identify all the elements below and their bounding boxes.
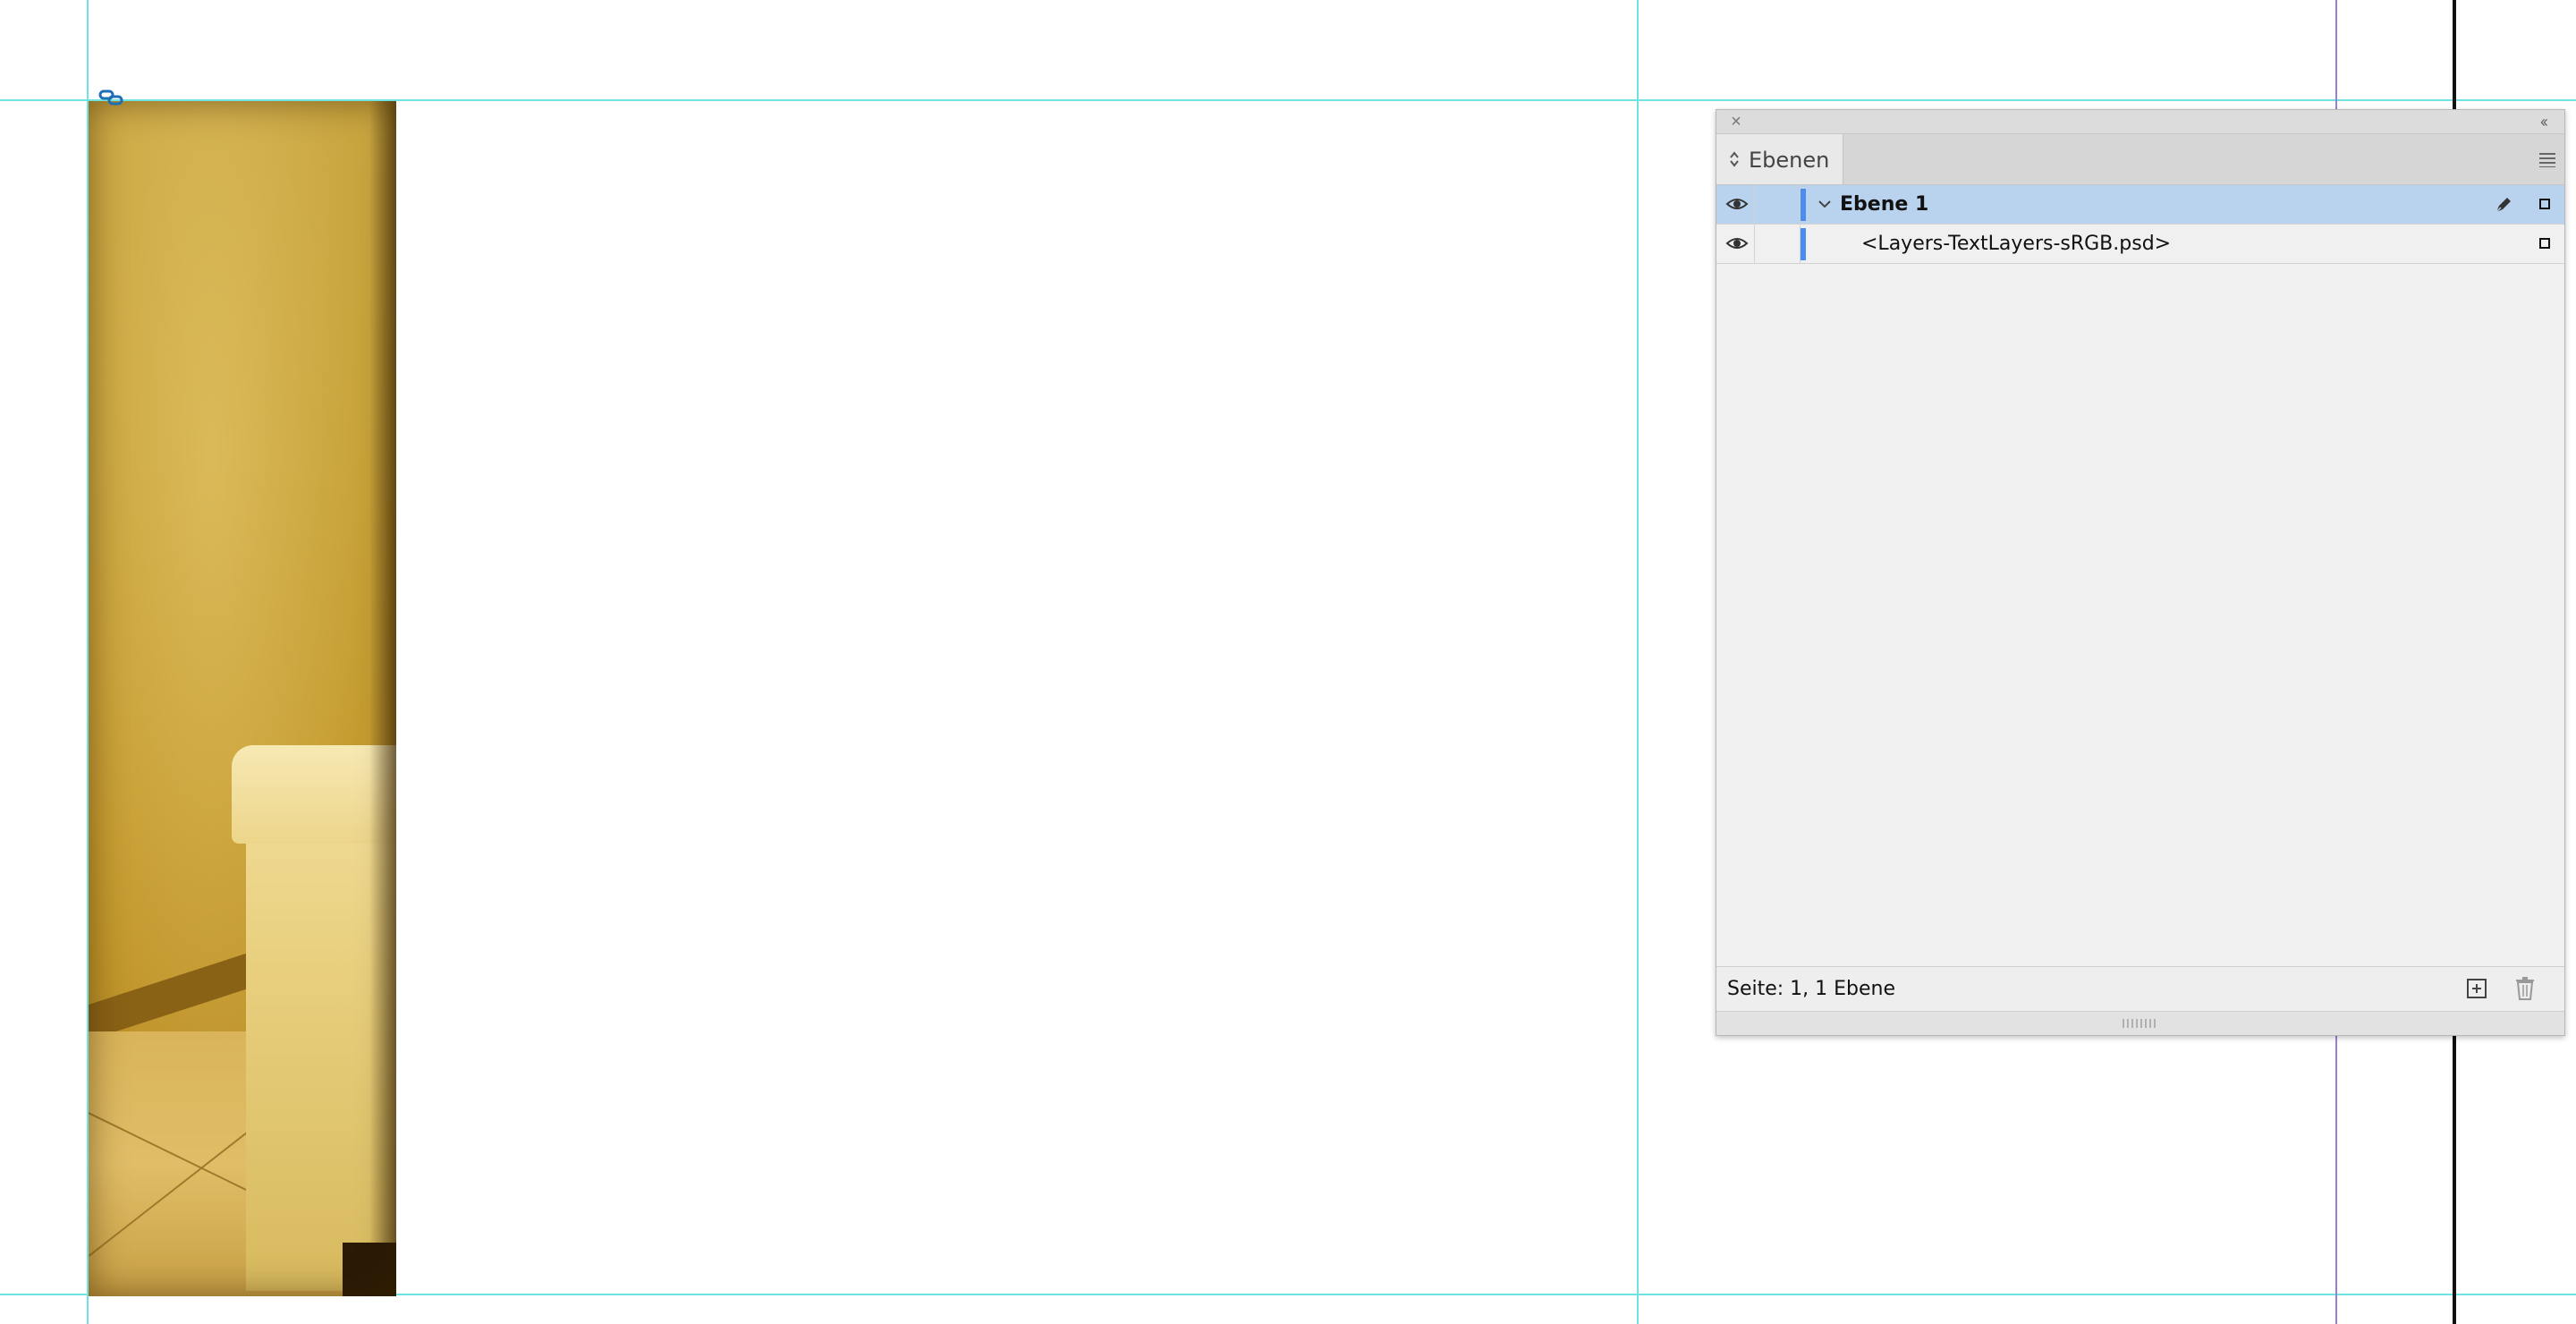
panel-resize-handle[interactable]: [1716, 1011, 2564, 1035]
resize-grip-icon[interactable]: [2123, 1019, 2158, 1028]
sublayer-name[interactable]: <Layers-TextLayers-sRGB.psd>: [1861, 233, 2171, 255]
layer-list: Ebene 1 <Layers-TextLayers-sRGB.psd>: [1716, 185, 2564, 264]
panel-titlebar[interactable]: × ‹‹: [1716, 110, 2564, 134]
panel-tabbar: Ebenen: [1716, 134, 2564, 185]
selection-square[interactable]: [2539, 238, 2550, 249]
placed-image[interactable]: [89, 101, 396, 1296]
layer-row-sublayer[interactable]: <Layers-TextLayers-sRGB.psd>: [1716, 225, 2564, 264]
new-layer-icon[interactable]: [2466, 978, 2487, 999]
panel-footer: Seite: 1, 1 Ebene: [1716, 966, 2564, 1012]
layer-row-ebene-1[interactable]: Ebene 1: [1716, 185, 2564, 225]
eye-icon[interactable]: [1725, 194, 1749, 214]
document-canvas[interactable]: × ‹‹ Ebenen Ebene 1 <Layers-TextLayers-s…: [0, 0, 2576, 1324]
lock-toggle[interactable]: [1754, 185, 1801, 224]
tab-ebenen[interactable]: Ebenen: [1716, 134, 1843, 184]
layer-name[interactable]: Ebene 1: [1840, 193, 1928, 216]
eye-icon[interactable]: [1725, 233, 1749, 253]
collapse-icon[interactable]: ‹‹: [2532, 113, 2554, 131]
trash-icon[interactable]: [2514, 976, 2536, 1001]
link-icon[interactable]: [98, 89, 123, 106]
layer-color-bar: [1801, 189, 1806, 221]
close-icon[interactable]: ×: [1727, 113, 1745, 131]
tab-arrows-icon: [1730, 151, 1739, 167]
layers-panel: × ‹‹ Ebenen Ebene 1 <Layers-TextLayers-s…: [1716, 109, 2565, 1036]
layer-color-bar: [1801, 228, 1806, 260]
selection-square[interactable]: [2539, 199, 2550, 209]
chevron-down-icon[interactable]: [1817, 196, 1833, 212]
status-text: Seite: 1, 1 Ebene: [1727, 978, 1896, 1000]
guide-right-margin[interactable]: [1637, 0, 1639, 1324]
lock-toggle[interactable]: [1754, 225, 1801, 263]
panel-menu-icon[interactable]: [2538, 150, 2557, 168]
pen-icon: [2496, 198, 2511, 213]
tab-label: Ebenen: [1749, 148, 1830, 173]
